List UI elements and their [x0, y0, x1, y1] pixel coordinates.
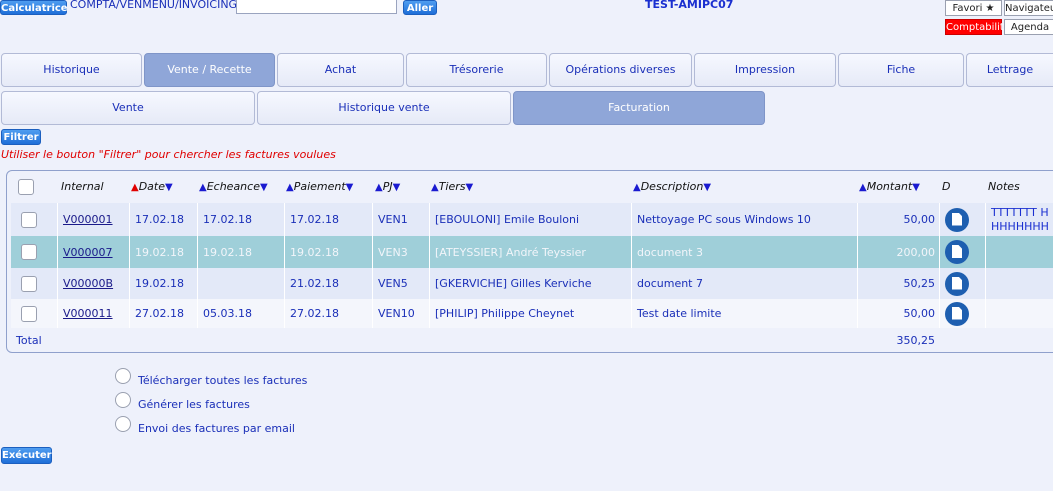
option-radio[interactable] — [115, 416, 131, 432]
option-radio[interactable] — [115, 392, 131, 408]
row-checkbox[interactable] — [21, 305, 37, 322]
cell-pj: VEN1 — [373, 203, 430, 236]
cell-tiers: [EBOULONI] Emile Bouloni — [430, 203, 632, 236]
navigateur-button[interactable]: Navigateur — [1004, 0, 1053, 16]
col-date[interactable]: ▲Date▼ — [131, 172, 173, 202]
option-download-label[interactable]: Télécharger toutes les factures — [138, 374, 307, 387]
go-input[interactable] — [236, 0, 397, 14]
cell-notes — [986, 236, 1053, 268]
cell-pj: VEN10 — [373, 299, 430, 328]
cell-paiement: 21.02.18 — [285, 268, 373, 299]
subtab-facturation[interactable]: Facturation — [513, 91, 765, 125]
table-row[interactable]: V00000B 19.02.18 21.02.18 VEN5 [GKERVICH… — [11, 268, 1053, 299]
cell-notes: TTTTTTTTTTTTTTTT HHHHHHHHHHHH — [991, 203, 1050, 236]
agenda-button[interactable]: Agenda — [1004, 19, 1053, 35]
cell-echeance: 05.03.18 — [198, 299, 285, 328]
filter-message: Utiliser le bouton "Filtrer" pour cherch… — [1, 148, 336, 161]
row-checkbox[interactable] — [21, 275, 37, 292]
calculatrice-button[interactable]: Calculatrice — [0, 0, 68, 15]
cell-paiement: 17.02.18 — [285, 203, 373, 236]
col-echeance[interactable]: ▲Echeance▼ — [199, 172, 268, 202]
cell-paiement: 19.02.18 — [285, 236, 373, 268]
aller-button[interactable]: Aller — [403, 0, 437, 15]
cell-echeance: 17.02.18 — [198, 203, 285, 236]
cell-description: Test date limite — [632, 299, 858, 328]
breadcrumb-path: COMPTA/VENMENU/INVOICING — [70, 0, 238, 11]
tab-tresorerie[interactable]: Trésorerie — [406, 53, 547, 87]
tab-operations-diverses[interactable]: Opérations diverses — [549, 53, 692, 87]
tab-historique[interactable]: Historique — [1, 53, 142, 87]
document-icon[interactable] — [945, 301, 969, 326]
cell-echeance — [198, 268, 285, 299]
col-d: D — [942, 180, 951, 193]
table-header: Internal ▲Date▼ ▲Echeance▼ ▲Paiement▼ ▲P… — [11, 172, 1053, 202]
row-checkbox[interactable] — [21, 211, 37, 228]
table-row[interactable]: V000001 17.02.18 17.02.18 17.02.18 VEN1 … — [11, 203, 1053, 236]
favori-button[interactable]: Favori ★ — [945, 0, 1002, 16]
document-icon[interactable] — [945, 271, 969, 296]
select-all-checkbox[interactable] — [18, 179, 34, 195]
tab-vente-recette[interactable]: Vente / Recette — [144, 53, 275, 87]
subtab-historique-vente[interactable]: Historique vente — [257, 91, 511, 125]
executer-button[interactable]: Exécuter — [1, 447, 52, 464]
invoice-link[interactable]: V000001 — [63, 213, 113, 226]
subtab-vente[interactable]: Vente — [1, 91, 255, 125]
invoice-link[interactable]: V000007 — [63, 246, 113, 259]
cell-montant: 50,00 — [858, 299, 940, 328]
cell-date: 19.02.18 — [130, 236, 198, 268]
col-pj[interactable]: ▲PJ▼ — [375, 172, 400, 202]
cell-pj: VEN3 — [373, 236, 430, 268]
row-checkbox[interactable] — [21, 244, 37, 260]
cell-pj: VEN5 — [373, 268, 430, 299]
cell-montant: 50,25 — [858, 268, 940, 299]
total-value: 350,25 — [896, 334, 936, 347]
document-icon[interactable] — [945, 240, 969, 264]
option-radio[interactable] — [115, 368, 131, 384]
filtrer-button[interactable]: Filtrer — [1, 129, 41, 145]
table-row[interactable]: V000011 27.02.18 05.03.18 27.02.18 VEN10… — [11, 299, 1053, 328]
invoice-link[interactable]: V00000B — [63, 277, 113, 290]
tab-fiche[interactable]: Fiche — [838, 53, 964, 87]
cell-montant: 200,00 — [858, 236, 940, 268]
cell-tiers: [GKERVICHE] Gilles Kerviche — [430, 268, 632, 299]
invoice-link[interactable]: V000011 — [63, 307, 113, 320]
cell-description: Nettoyage PC sous Windows 10 — [632, 203, 858, 236]
col-montant[interactable]: ▲Montant▼ — [859, 172, 920, 202]
col-internal[interactable]: Internal — [61, 172, 104, 202]
tab-achat[interactable]: Achat — [277, 53, 404, 87]
cell-date: 17.02.18 — [130, 203, 198, 236]
cell-paiement: 27.02.18 — [285, 299, 373, 328]
cell-date: 27.02.18 — [130, 299, 198, 328]
cell-tiers: [PHILIP] Philippe Cheynet — [430, 299, 632, 328]
cell-echeance: 19.02.18 — [198, 236, 285, 268]
tab-impression[interactable]: Impression — [694, 53, 836, 87]
total-label: Total — [16, 334, 42, 347]
comptabilite-button[interactable]: Comptabilité — [945, 19, 1010, 35]
cell-description: document 7 — [632, 268, 858, 299]
table-row[interactable]: V000007 19.02.18 19.02.18 19.02.18 VEN3 … — [11, 236, 1053, 268]
option-email-label[interactable]: Envoi des factures par email — [138, 422, 295, 435]
tab-lettrage[interactable]: Lettrage — [966, 53, 1053, 87]
cell-notes — [986, 268, 1053, 299]
cell-date: 19.02.18 — [130, 268, 198, 299]
col-notes: Notes — [988, 180, 1020, 193]
col-tiers[interactable]: ▲Tiers▼ — [431, 172, 473, 202]
col-description[interactable]: ▲Description▼ — [633, 172, 711, 202]
cell-tiers: [ATEYSSIER] André Teyssier — [430, 236, 632, 268]
environment-title: TEST-AMIPC07 — [645, 0, 734, 11]
col-paiement[interactable]: ▲Paiement▼ — [286, 172, 353, 202]
document-icon[interactable] — [945, 207, 969, 232]
cell-montant: 50,00 — [858, 203, 940, 236]
cell-description: document 3 — [632, 236, 858, 268]
cell-notes — [986, 299, 1053, 328]
option-generate-label[interactable]: Générer les factures — [138, 398, 250, 411]
